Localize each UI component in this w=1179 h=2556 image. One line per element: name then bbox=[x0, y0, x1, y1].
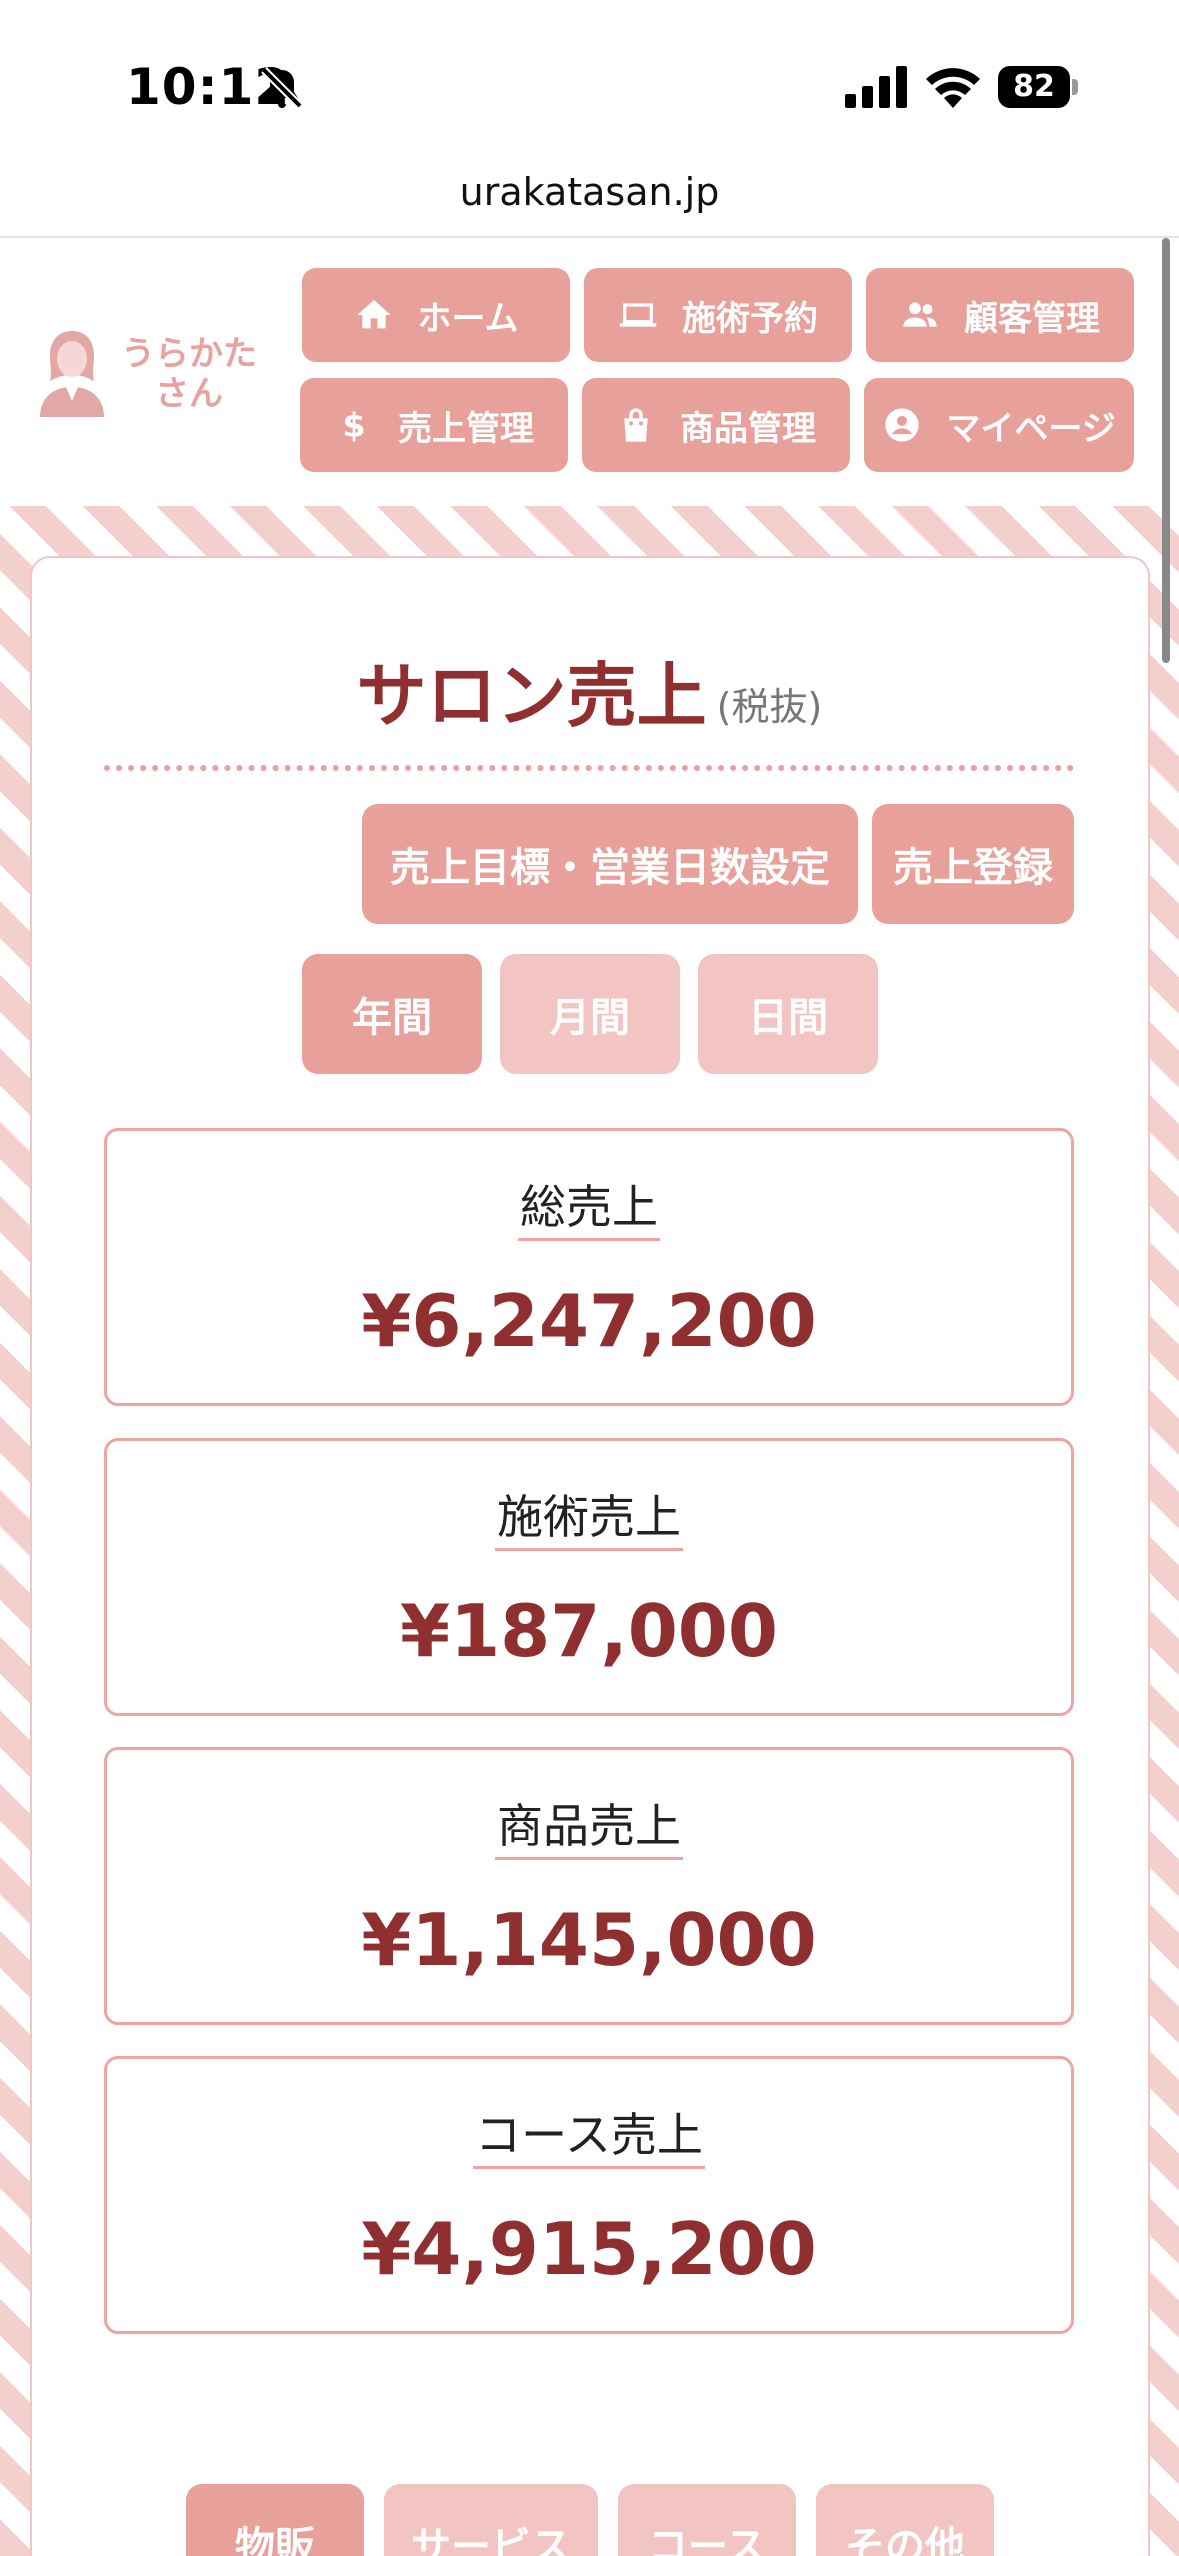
nav-booking-button[interactable]: 施術予約 bbox=[584, 268, 852, 362]
people-icon bbox=[903, 302, 937, 327]
woman-avatar-icon bbox=[40, 331, 104, 417]
total-sales-label: 総売上 bbox=[518, 1180, 660, 1241]
home-icon bbox=[356, 300, 391, 329]
course-sales-value: ¥4,915,200 bbox=[361, 2207, 817, 2291]
nav-home-button[interactable]: ホーム bbox=[302, 268, 570, 362]
logo-text-line2: さん bbox=[155, 374, 223, 414]
nav-mypage-label: マイページ bbox=[946, 408, 1116, 449]
product-sales-label: 商品売上 bbox=[495, 1799, 683, 1860]
bell-off-icon bbox=[261, 67, 303, 109]
tab-monthly[interactable]: 月間 bbox=[500, 954, 680, 1074]
page-title-main: サロン売上 bbox=[356, 655, 707, 737]
treatment-sales-label: 施術売上 bbox=[495, 1490, 683, 1551]
tab-merchandise[interactable]: 物販 bbox=[186, 2484, 364, 2556]
address-bar-divider bbox=[0, 236, 1179, 238]
page-title-note: (税抜) bbox=[716, 685, 823, 729]
laptop-icon bbox=[619, 303, 657, 327]
tab-daily[interactable]: 日間 bbox=[698, 954, 878, 1074]
title-divider bbox=[104, 765, 1074, 771]
nav-sales-label: 売上管理 bbox=[398, 408, 534, 449]
tab-other[interactable]: その他 bbox=[816, 2484, 994, 2556]
account-circle-icon bbox=[885, 408, 919, 442]
nav-customers-label: 顧客管理 bbox=[964, 298, 1100, 339]
logo-text-line1: うらかた bbox=[121, 334, 257, 374]
status-bar: 10:12 82 bbox=[0, 0, 1179, 160]
battery-indicator: 82 bbox=[998, 66, 1078, 108]
svg-text:$: $ bbox=[342, 406, 365, 445]
dollar-icon: $ bbox=[342, 406, 365, 445]
nav-products-button[interactable]: 商品管理 bbox=[582, 378, 850, 472]
address-bar-url[interactable]: urakatasan.jp bbox=[0, 170, 1179, 214]
course-sales-card: コース売上 ¥4,915,200 bbox=[104, 2056, 1074, 2334]
product-sales-card: 商品売上 ¥1,145,000 bbox=[104, 1747, 1074, 2025]
nav-customers-button[interactable]: 顧客管理 bbox=[866, 268, 1134, 362]
nav-sales-button[interactable]: $ 売上管理 bbox=[300, 378, 568, 472]
tab-yearly[interactable]: 年間 bbox=[302, 954, 482, 1074]
scrollbar[interactable] bbox=[1162, 238, 1170, 663]
product-sales-value: ¥1,145,000 bbox=[361, 1898, 817, 1982]
total-sales-card: 総売上 ¥6,247,200 bbox=[104, 1128, 1074, 1406]
course-sales-label: コース売上 bbox=[473, 2108, 705, 2169]
shopping-bag-icon bbox=[624, 408, 648, 442]
nav-booking-label: 施術予約 bbox=[682, 298, 818, 339]
tab-service[interactable]: サービス bbox=[384, 2484, 598, 2556]
page-title: サロン売上 (税抜) bbox=[0, 640, 1179, 741]
site-logo[interactable]: うらかた さん bbox=[36, 322, 257, 422]
nav-products-label: 商品管理 bbox=[680, 408, 816, 449]
wifi-icon bbox=[926, 68, 980, 108]
total-sales-value: ¥6,247,200 bbox=[361, 1279, 817, 1363]
cellular-signal-icon bbox=[845, 66, 907, 108]
nav-home-label: ホーム bbox=[417, 298, 519, 339]
nav-mypage-button[interactable]: マイページ bbox=[864, 378, 1134, 472]
treatment-sales-card: 施術売上 ¥187,000 bbox=[104, 1438, 1074, 1716]
register-sales-button[interactable]: 売上登録 bbox=[872, 804, 1074, 924]
battery-level: 82 bbox=[998, 66, 1070, 108]
sales-goal-settings-button[interactable]: 売上目標・営業日数設定 bbox=[362, 804, 858, 924]
tab-course[interactable]: コース bbox=[618, 2484, 796, 2556]
treatment-sales-value: ¥187,000 bbox=[399, 1589, 779, 1673]
